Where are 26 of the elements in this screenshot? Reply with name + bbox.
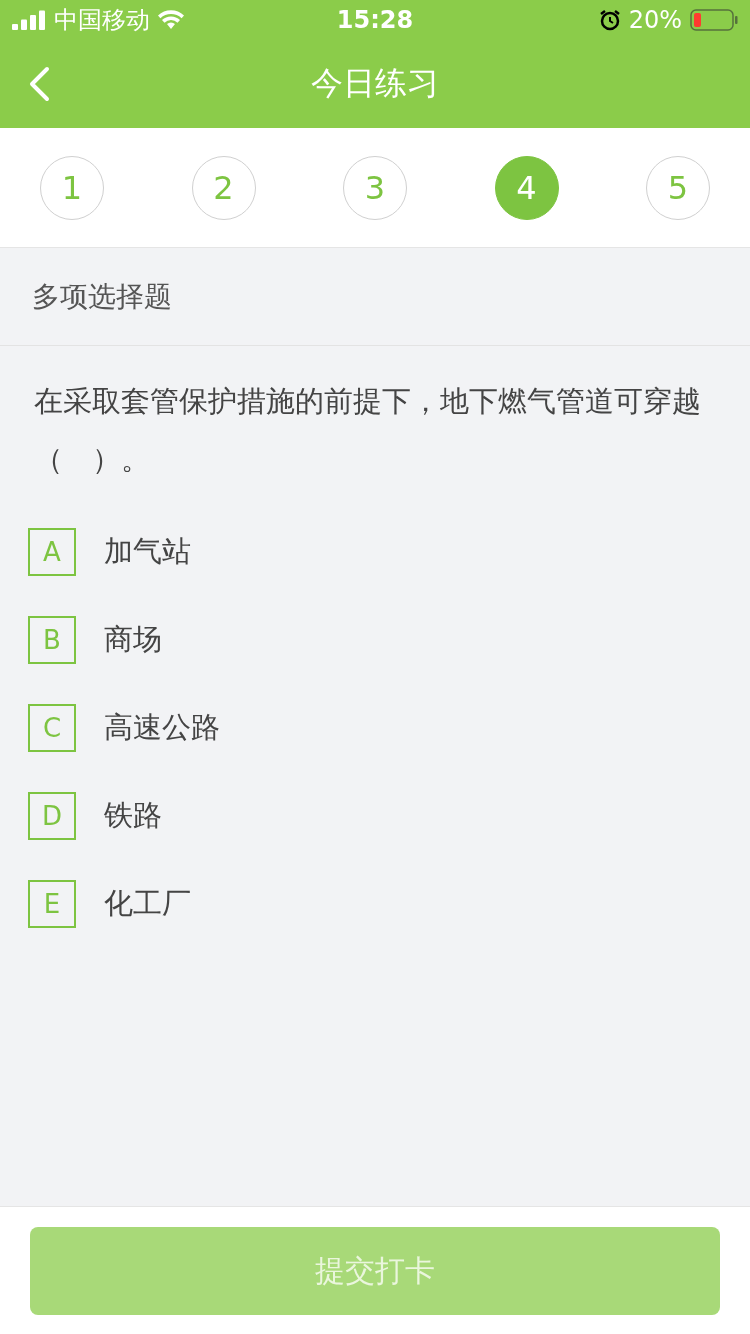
question-number[interactable]: 5: [646, 155, 710, 220]
option-letter[interactable]: B: [28, 616, 76, 664]
wifi-icon: [158, 10, 184, 30]
option-letter[interactable]: D: [28, 792, 76, 840]
option-text[interactable]: 商场: [104, 620, 162, 660]
option-text[interactable]: 化工厂: [104, 884, 191, 924]
question-type: 多项选择题: [32, 278, 172, 315]
option-letter[interactable]: E: [28, 880, 76, 928]
back-icon[interactable]: [28, 66, 50, 102]
option-letter[interactable]: A: [28, 528, 76, 576]
battery-percent: 20%: [628, 6, 682, 34]
battery-icon: [690, 9, 738, 31]
option-text[interactable]: 加气站: [104, 532, 191, 572]
question-number[interactable]: 4: [494, 155, 559, 220]
carrier-name: 中国移动: [54, 5, 150, 36]
question-text: 在采取套管保护措施的前提下，地下燃气管道可穿越（ ）。: [34, 383, 702, 478]
option-text[interactable]: 高速公路: [104, 708, 220, 748]
signal-icon: [12, 10, 46, 30]
alarm-icon: [598, 9, 621, 31]
option-text[interactable]: 铁路: [104, 796, 162, 836]
clock-time: 15:28: [336, 6, 414, 34]
question-number[interactable]: 3: [343, 155, 407, 220]
question-number[interactable]: 1: [40, 155, 104, 220]
question-number[interactable]: 2: [191, 155, 256, 220]
option-letter[interactable]: C: [28, 704, 76, 752]
page-title: 今日练习: [311, 63, 439, 104]
